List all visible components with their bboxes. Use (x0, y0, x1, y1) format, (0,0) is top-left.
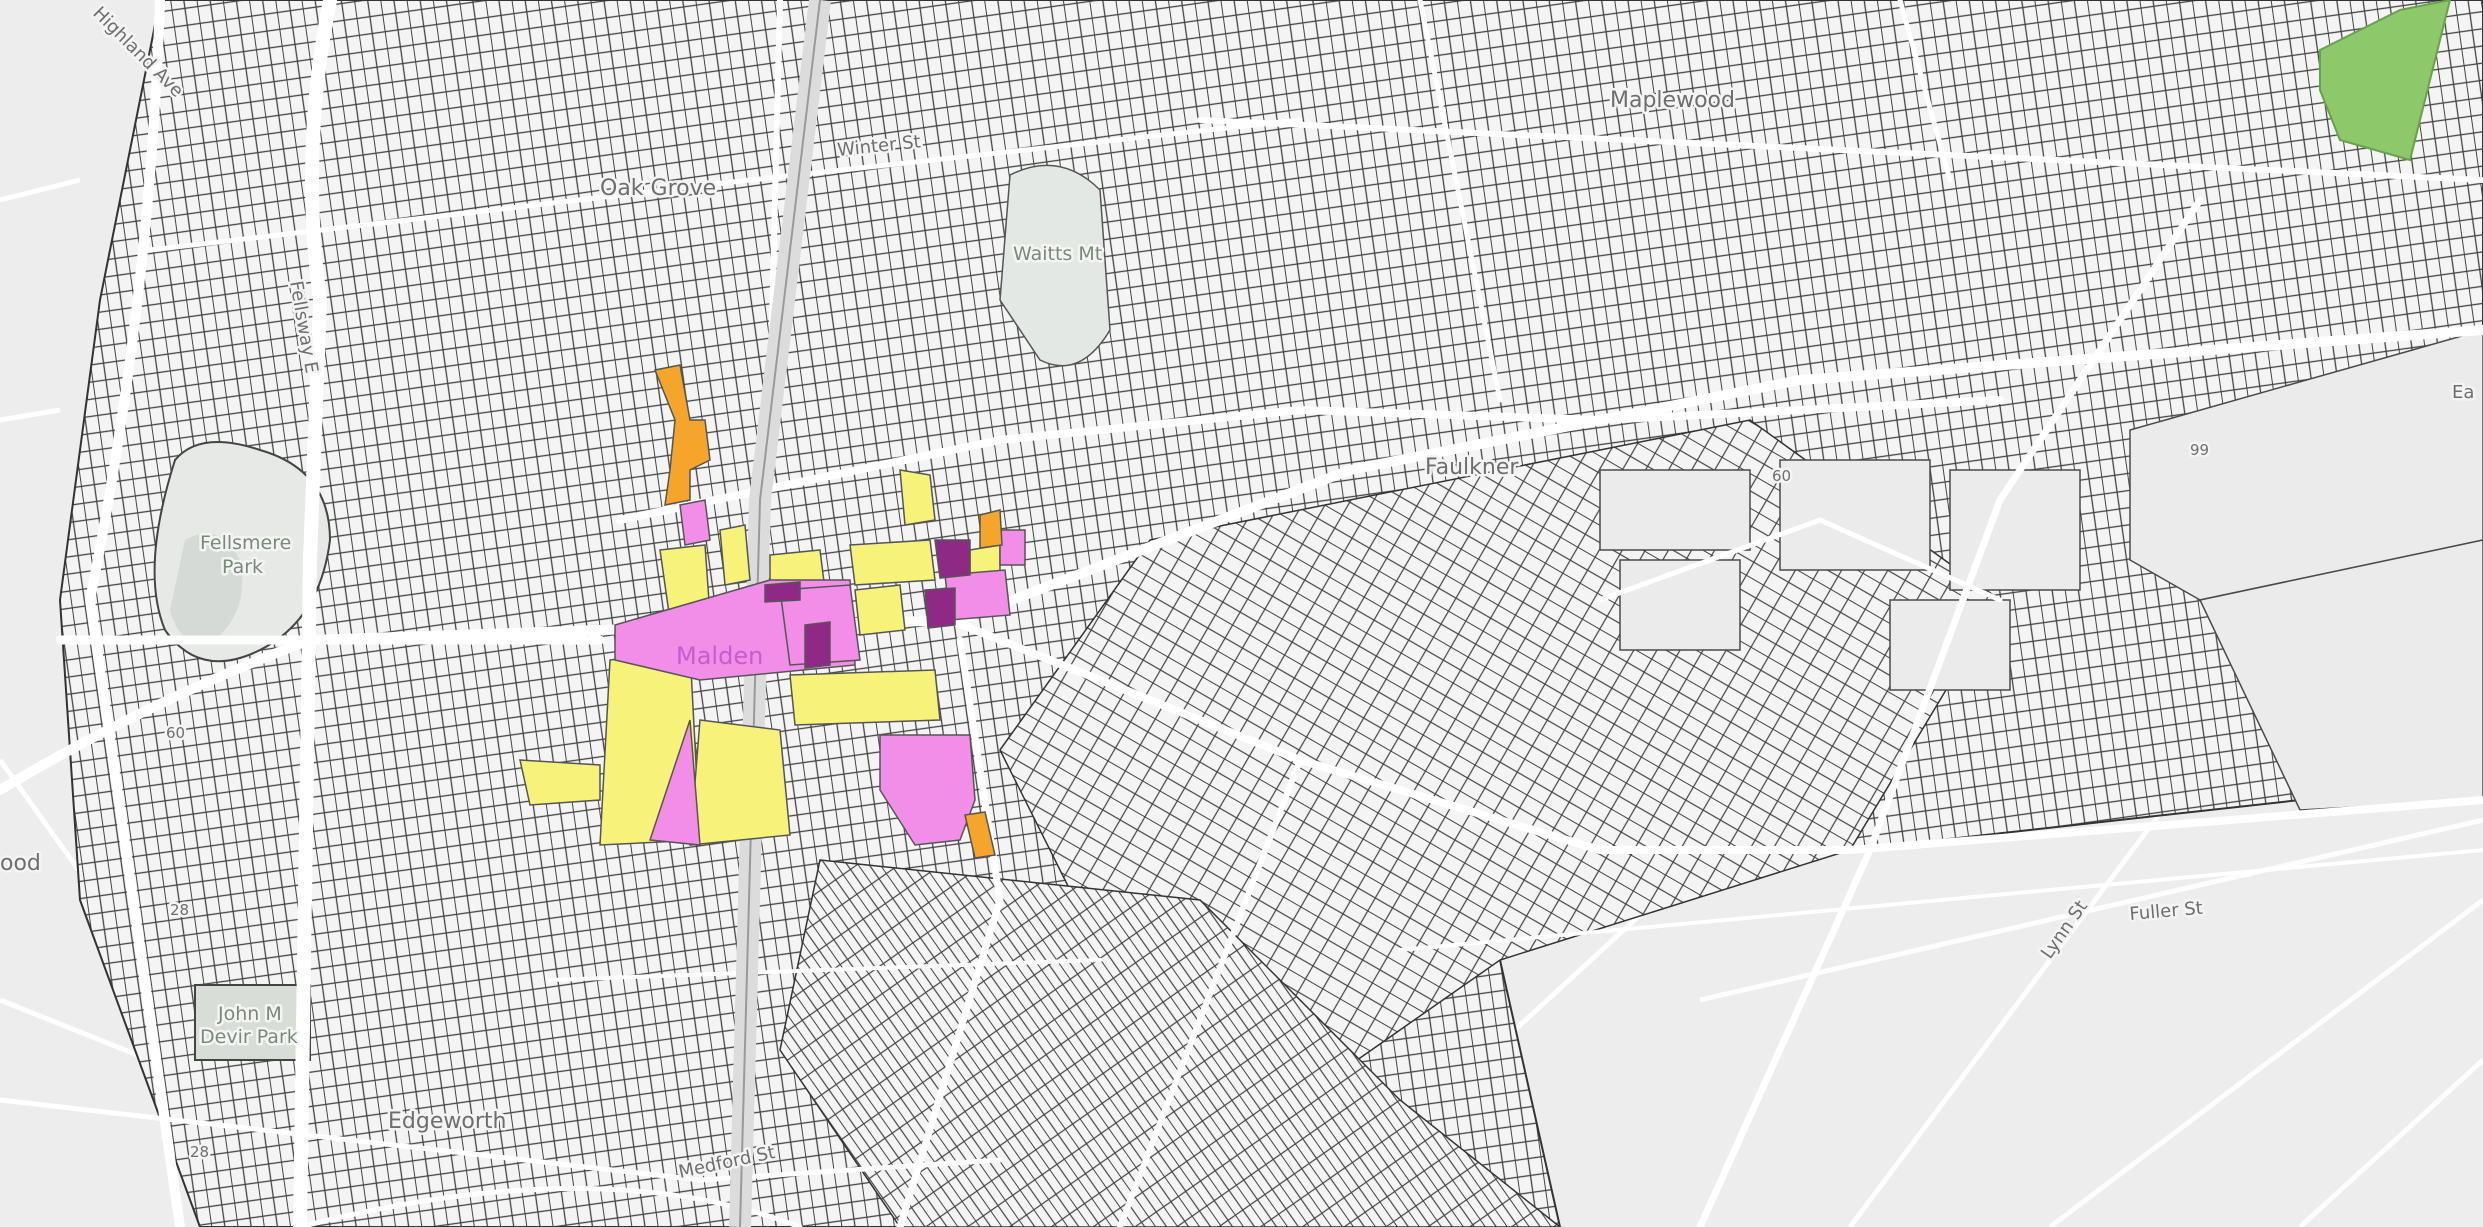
map-canvas[interactable]: Oak Grove Maplewood Faulkner Malden Edge… (0, 0, 2483, 1227)
zone-purple (764, 581, 801, 603)
park-label-fellsmere-line2: Park (222, 556, 263, 578)
place-label-oak-grove: Oak Grove (600, 176, 716, 201)
route-shield-28-south: 28 (190, 1143, 209, 1161)
zone-yellow (789, 669, 941, 726)
zone-purple (934, 539, 971, 579)
zone-orange (979, 509, 1003, 549)
zone-purple (924, 587, 956, 629)
zone-pink (679, 499, 711, 546)
park-label-waitts: Waitts Mt (1013, 243, 1102, 265)
place-label-faulkner: Faulkner (1425, 455, 1519, 480)
zone-yellow (849, 539, 936, 586)
route-shield-99: 99 (2190, 441, 2209, 459)
zone-yellow (899, 469, 936, 526)
zone-yellow (854, 584, 906, 636)
zone-yellow (689, 719, 791, 846)
route-shield-28-north: 28 (170, 901, 189, 919)
park-label-devir-line1: John M (217, 1003, 282, 1025)
place-label-malden: Malden (676, 642, 763, 670)
map-svg[interactable]: Oak Grove Maplewood Faulkner Malden Edge… (0, 0, 2483, 1227)
place-label-edgeworth: Edgeworth (388, 1109, 506, 1134)
zone-yellow (719, 524, 751, 586)
park-label-fellsmere-line1: Fellsmere (200, 532, 291, 554)
park-label-devir-line2: Devir Park (200, 1026, 298, 1048)
route-shield-60-east: 60 (1772, 467, 1791, 485)
zone-purple (804, 621, 831, 669)
route-shield-60-west: 60 (166, 724, 185, 742)
place-label-wood: ood (0, 851, 41, 876)
zone-pink (999, 529, 1026, 566)
place-label-maplewood: Maplewood (1610, 88, 1735, 113)
street-label-east-edge: Ea (2452, 382, 2474, 403)
zone-yellow (519, 759, 601, 806)
